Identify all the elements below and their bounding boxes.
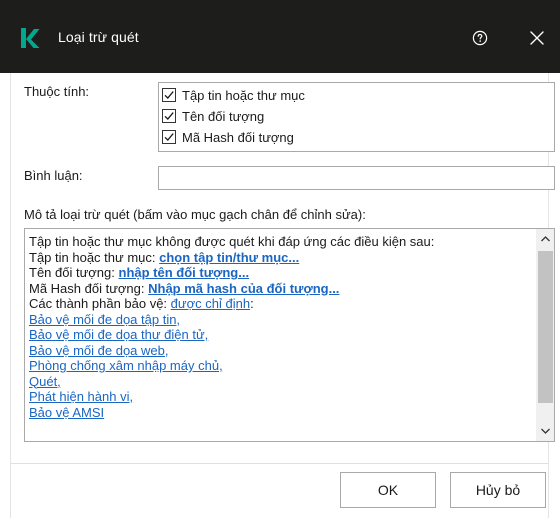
description-file-line: Tập tin hoặc thư mục: chọn tập tin/thư m… <box>29 250 532 266</box>
close-icon[interactable] <box>529 30 545 46</box>
select-file-link[interactable]: chọn tập tin/thư mục... <box>159 250 299 265</box>
specified-components-link[interactable]: được chỉ định <box>171 296 250 311</box>
description-hash-line: Mã Hash đối tượng: Nhập mã hash của đối … <box>29 281 532 297</box>
footer-divider <box>11 463 548 464</box>
component-link-amsi[interactable]: Bảo vệ AMSI <box>29 405 104 420</box>
components-prefix: Các thành phần bảo vệ: <box>29 296 171 311</box>
window-frame-left <box>0 73 11 518</box>
checkbox-checked-icon[interactable] <box>162 130 176 144</box>
hash-prefix: Mã Hash đối tượng: <box>29 280 149 296</box>
cancel-button[interactable]: Hủy bỏ <box>450 472 546 508</box>
checkbox-object-name[interactable]: Tên đối tượng <box>162 106 264 126</box>
components-suffix: : <box>250 296 254 311</box>
file-prefix: Tập tin hoặc thư mục: <box>29 249 160 265</box>
description-name-line: Tên đối tượng: nhập tên đối tượng... <box>29 265 532 281</box>
scrollbar-thumb[interactable] <box>538 251 553 403</box>
checkbox-label: Tập tin hoặc thư mục <box>182 87 305 103</box>
comment-label: Bình luận: <box>24 168 83 183</box>
scroll-up-icon[interactable] <box>536 229 554 249</box>
description-label: Mô tả loại trừ quét (bấm vào mục gạch ch… <box>24 207 366 222</box>
component-link-host-intrusion[interactable]: Phòng chống xâm nhập máy chủ, <box>29 358 223 373</box>
title-bar: Loại trừ quét <box>0 0 560 73</box>
help-icon[interactable] <box>472 30 488 46</box>
properties-box: Tập tin hoặc thư mục Tên đối tượng Mã Ha… <box>158 82 555 152</box>
component-link-behavior-detection[interactable]: Phát hiện hành vi, <box>29 389 133 404</box>
name-prefix: Tên đối tượng: <box>29 265 119 280</box>
kaspersky-logo-icon <box>20 27 40 49</box>
vertical-scrollbar[interactable] <box>536 229 554 441</box>
checkbox-checked-icon[interactable] <box>162 88 176 102</box>
enter-hash-link[interactable]: Nhập mã hash của đối tượng... <box>148 281 339 296</box>
window-title: Loại trừ quét <box>58 29 139 45</box>
checkbox-label: Tên đối tượng <box>182 108 265 124</box>
description-intro: Tập tin hoặc thư mục không được quét khi… <box>29 234 435 249</box>
ok-button[interactable]: OK <box>340 472 436 508</box>
component-link-mail-threat[interactable]: Bảo vệ mối đe dọa thư điện tử, <box>29 327 208 342</box>
exclusion-description-box: Tập tin hoặc thư mục không được quét khi… <box>24 228 555 442</box>
checkbox-object-hash[interactable]: Mã Hash đối tượng <box>162 127 294 147</box>
enter-object-name-link[interactable]: nhập tên đối tượng... <box>119 265 250 280</box>
component-link-web-threat[interactable]: Bảo vệ mối đe dọa web, <box>29 343 168 358</box>
checkbox-file-or-folder[interactable]: Tập tin hoặc thư mục <box>162 85 305 105</box>
properties-label: Thuộc tính: <box>24 84 90 99</box>
checkbox-label: Mã Hash đối tượng <box>182 129 294 145</box>
comment-input[interactable] <box>158 166 555 190</box>
scroll-down-icon[interactable] <box>536 421 554 441</box>
description-components-line: Các thành phần bảo vệ: được chỉ định: <box>29 296 532 312</box>
component-link-scan[interactable]: Quét, <box>29 374 61 389</box>
description-content: Tập tin hoặc thư mục không được quét khi… <box>29 234 532 420</box>
component-link-file-threat[interactable]: Bảo vệ mối đe dọa tập tin, <box>29 312 180 327</box>
checkbox-checked-icon[interactable] <box>162 109 176 123</box>
